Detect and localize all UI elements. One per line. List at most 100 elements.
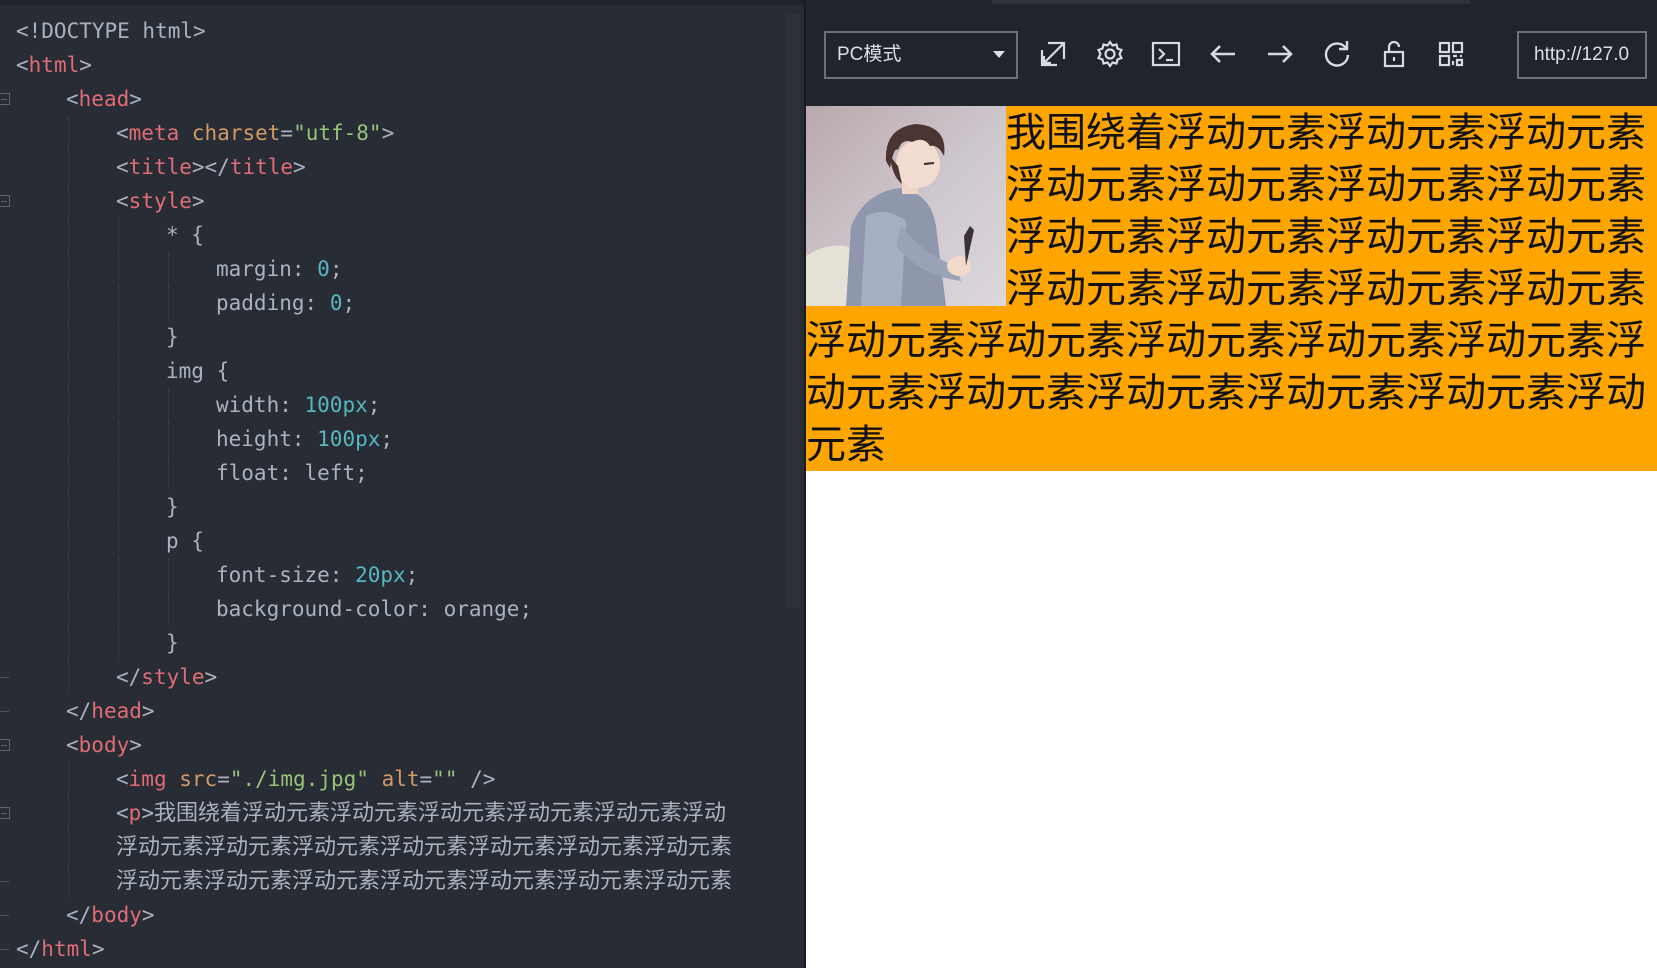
- indent-guide: [118, 286, 119, 320]
- code-token-punc: />: [457, 767, 496, 791]
- fold-end-marker: [0, 711, 9, 712]
- code-token-punc: >: [79, 53, 92, 77]
- code-token-punc: [167, 767, 180, 791]
- code-line[interactable]: height: 100px;: [0, 422, 786, 456]
- indent-guide: [118, 388, 119, 422]
- code-token-punc: :: [279, 393, 305, 417]
- code-line[interactable]: 浮动元素浮动元素浮动元素浮动元素浮动元素浮动元素浮动元素: [0, 864, 786, 898]
- code-token-punc: <: [116, 155, 129, 179]
- code-token-punc: </: [66, 699, 92, 723]
- code-line[interactable]: <meta charset="utf-8">: [0, 116, 786, 150]
- code-line[interactable]: }: [0, 320, 786, 354]
- indent-guide: [68, 796, 69, 830]
- code-line[interactable]: <img src="./img.jpg" alt="" />: [0, 762, 786, 796]
- fold-toggle-icon[interactable]: [0, 93, 10, 105]
- code-line[interactable]: font-size: 20px;: [0, 558, 786, 592]
- code-token-prop: font-size: [216, 563, 330, 587]
- code-line[interactable]: padding: 0;: [0, 286, 786, 320]
- code-line[interactable]: <!DOCTYPE html>: [0, 14, 786, 48]
- code-token-sel: * {: [166, 223, 204, 247]
- open-external-icon[interactable]: [1036, 37, 1070, 71]
- code-token-text: 浮动元素浮动元素浮动元素浮动元素浮动元素浮动元素浮动元素: [116, 869, 733, 894]
- code-line[interactable]: <body>: [0, 728, 786, 762]
- code-token-prop: padding: [216, 291, 305, 315]
- indent-guide: [68, 116, 69, 150]
- indent-guide: [118, 592, 119, 626]
- browser-preview: PC模式 http://127.0 我围绕着浮动元素浮动元素浮动元素浮动元素浮动…: [806, 0, 1657, 968]
- code-text: <head>: [66, 82, 142, 116]
- code-text: </style>: [116, 660, 217, 694]
- code-text: padding: 0;: [216, 286, 355, 320]
- code-line[interactable]: <head>: [0, 82, 786, 116]
- code-token-punc: ;: [367, 393, 381, 417]
- code-text: 浮动元素浮动元素浮动元素浮动元素浮动元素浮动元素浮动元素: [116, 830, 732, 864]
- code-text: width: 100px;: [216, 388, 380, 422]
- fold-toggle-icon[interactable]: [0, 195, 10, 207]
- code-line[interactable]: background-color: orange;: [0, 592, 786, 626]
- code-token-punc: <: [16, 53, 29, 77]
- code-text: <img src="./img.jpg" alt="" />: [116, 762, 495, 796]
- refresh-icon[interactable]: [1320, 37, 1354, 71]
- url-input[interactable]: http://127.0: [1517, 31, 1647, 79]
- code-text: }: [166, 626, 179, 660]
- code-line[interactable]: <html>: [0, 48, 786, 82]
- code-line[interactable]: <p>我围绕着浮动元素浮动元素浮动元素浮动元素浮动元素浮动: [0, 796, 786, 830]
- code-token-punc: >: [129, 733, 142, 757]
- code-token-num: 100px: [304, 393, 368, 417]
- code-line[interactable]: </html>: [0, 932, 786, 966]
- code-line[interactable]: width: 100px;: [0, 388, 786, 422]
- mode-select[interactable]: PC模式: [824, 31, 1018, 79]
- code-token-num: 0: [329, 291, 343, 315]
- code-line[interactable]: }: [0, 626, 786, 660]
- arrow-right-icon[interactable]: [1263, 37, 1297, 71]
- code-token-tag: style: [141, 665, 205, 689]
- code-line[interactable]: 浮动元素浮动元素浮动元素浮动元素浮动元素浮动元素浮动元素: [0, 830, 786, 864]
- code-line[interactable]: </head>: [0, 694, 786, 728]
- fold-toggle-icon[interactable]: [0, 739, 10, 751]
- code-line[interactable]: </style>: [0, 660, 786, 694]
- code-line[interactable]: float: left;: [0, 456, 786, 490]
- code-token-val: orange: [443, 597, 520, 621]
- code-token-punc: =: [217, 767, 230, 791]
- code-text: </head>: [66, 694, 155, 728]
- code-token-punc: :: [304, 291, 330, 315]
- code-text: }: [166, 320, 179, 354]
- lock-icon[interactable]: [1377, 37, 1411, 71]
- code-token-tag: p: [128, 801, 142, 825]
- code-token-sel: p {: [166, 529, 204, 553]
- code-line[interactable]: <style>: [0, 184, 786, 218]
- code-line[interactable]: img {: [0, 354, 786, 388]
- indent-guide: [68, 218, 69, 252]
- code-text: </html>: [16, 932, 105, 966]
- editor-scrollbar[interactable]: [786, 14, 800, 608]
- fold-end-marker: [0, 881, 9, 882]
- code-line[interactable]: p {: [0, 524, 786, 558]
- code-token-tag: html: [41, 937, 92, 961]
- code-token-punc: [369, 767, 382, 791]
- indent-guide: [68, 490, 69, 524]
- code-token-punc: <: [116, 767, 129, 791]
- code-text: margin: 0;: [216, 252, 342, 286]
- code-token-prop: background-color: [216, 597, 419, 621]
- code-line[interactable]: </body>: [0, 898, 786, 932]
- code-line[interactable]: * {: [0, 218, 786, 252]
- code-token-punc: ;: [380, 427, 394, 451]
- indent-guide: [68, 626, 69, 660]
- fold-toggle-icon[interactable]: [0, 807, 10, 819]
- code-line[interactable]: }: [0, 490, 786, 524]
- qr-code-icon[interactable]: [1434, 37, 1468, 71]
- arrow-left-icon[interactable]: [1206, 37, 1240, 71]
- code-text: }: [166, 490, 179, 524]
- code-token-punc: >: [141, 699, 155, 723]
- code-editor[interactable]: <!DOCTYPE html> <html> <head> <meta charset…: [0, 0, 804, 968]
- gear-icon[interactable]: [1093, 37, 1127, 71]
- code-token-tag: title: [128, 155, 192, 179]
- code-token-tag: body: [78, 733, 130, 757]
- code-text: <p>我围绕着浮动元素浮动元素浮动元素浮动元素浮动元素浮动: [116, 796, 726, 830]
- code-line[interactable]: <title></title>: [0, 150, 786, 184]
- terminal-icon[interactable]: [1149, 37, 1183, 71]
- code-area[interactable]: <!DOCTYPE html> <html> <head> <meta charset…: [0, 14, 786, 966]
- code-line[interactable]: margin: 0;: [0, 252, 786, 286]
- code-token-prop: margin: [216, 257, 292, 281]
- code-token-punc: <!DOCTYPE html>: [16, 19, 206, 43]
